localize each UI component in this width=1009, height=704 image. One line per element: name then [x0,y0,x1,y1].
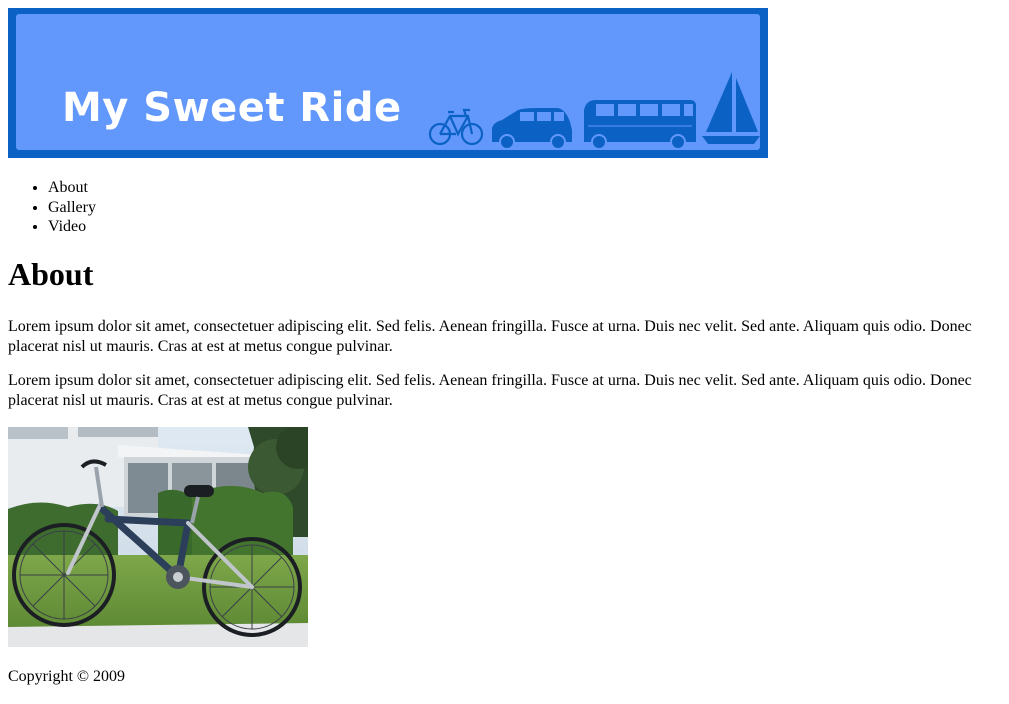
paragraph-1: Lorem ipsum dolor sit amet, consectetuer… [8,318,972,355]
nav-link-video[interactable]: Video [48,218,86,235]
site-title: My Sweet Ride [62,85,402,131]
bicycle-photo [8,427,308,647]
sailboat-icon [702,72,760,144]
car-icon [492,108,572,150]
nav-link-gallery[interactable]: Gallery [48,199,96,216]
nav-link-about[interactable]: About [48,179,88,196]
nav-item-gallery[interactable]: Gallery [48,198,96,218]
bicycle-icon [428,108,484,146]
paragraph-2: Lorem ipsum dolor sit amet, consectetuer… [8,372,972,409]
footer-copyright: Copyright © 2009 [8,668,126,685]
main-nav: About Gallery Video [8,178,96,237]
nav-item-about[interactable]: About [48,178,96,198]
nav-item-video[interactable]: Video [48,217,96,237]
vehicle-icons [428,72,760,150]
page-heading: About [8,256,94,292]
banner-panel: My Sweet Ride [16,14,760,150]
site-banner: My Sweet Ride [8,8,768,158]
bus-icon [584,100,696,150]
